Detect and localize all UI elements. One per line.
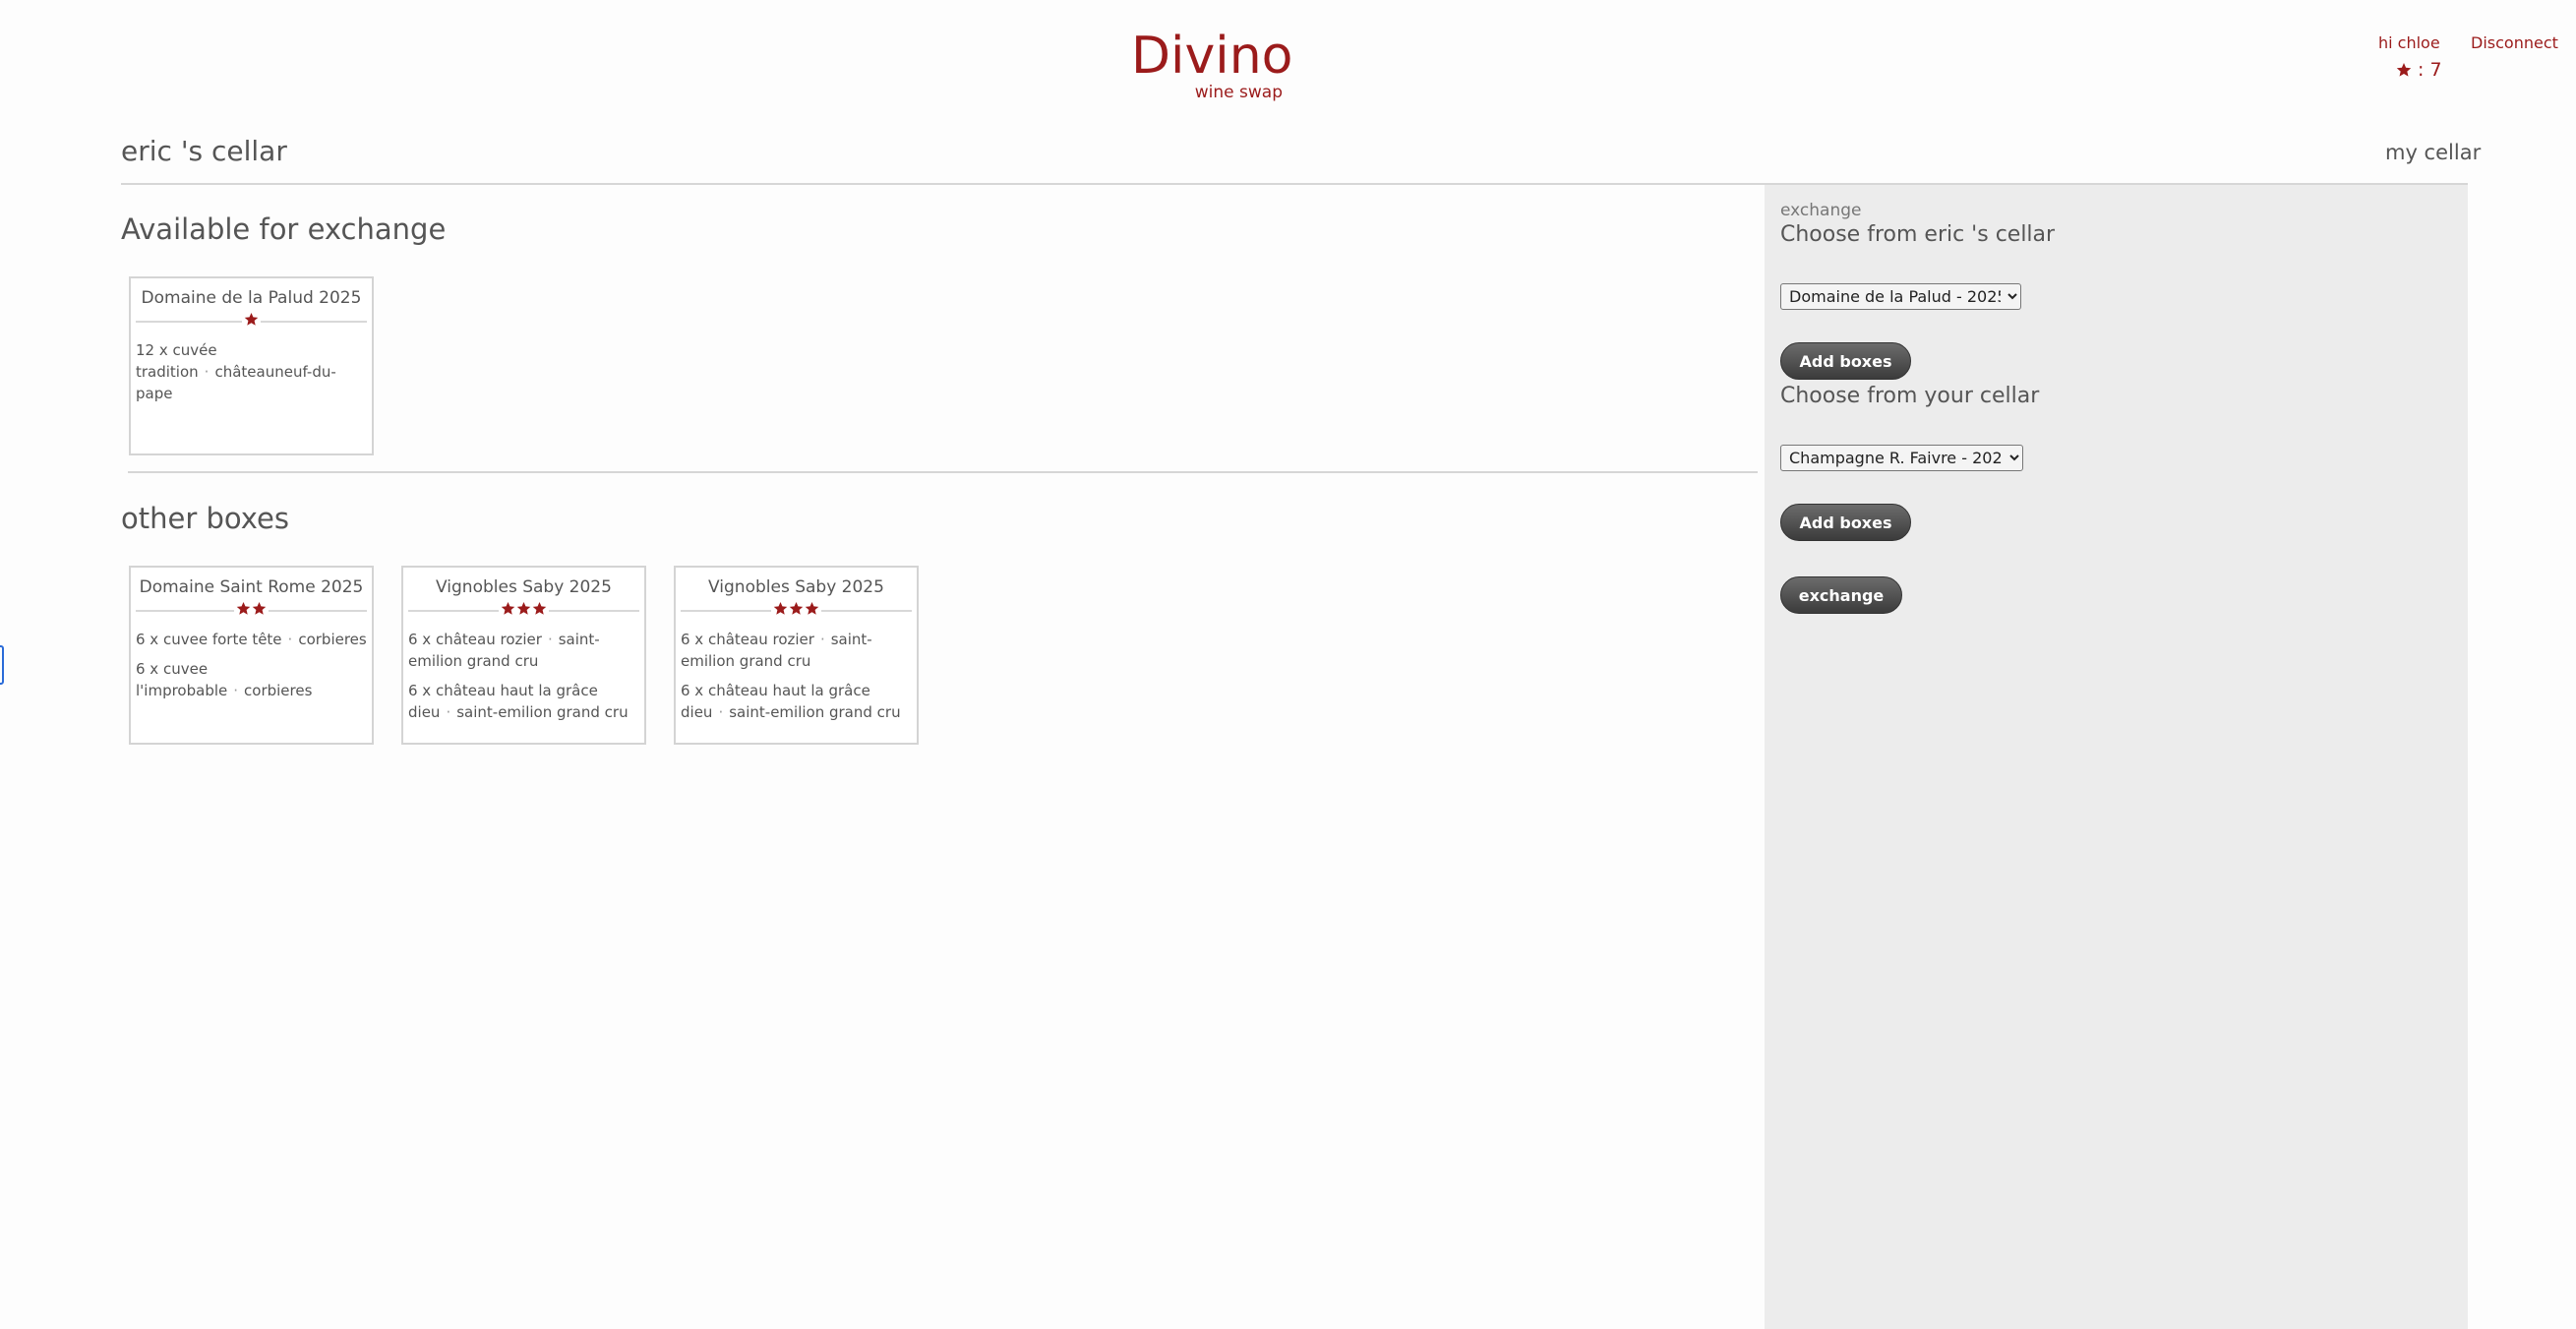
- wine-appellation: saint-emilion grand cru: [729, 703, 901, 721]
- box-card-item: 6 x cuvee forte tête · corbieres: [136, 629, 367, 650]
- points-value: : 7: [2418, 59, 2442, 81]
- wine-label: 6 x château rozier: [408, 631, 542, 648]
- box-card-item: 6 x château haut la grâce dieu · saint-emi…: [681, 680, 912, 723]
- user-greeting: hi chloe: [2378, 33, 2440, 52]
- wine-label: 6 x château rozier: [681, 631, 814, 648]
- separator-dot: ·: [446, 703, 451, 721]
- box-card[interactable]: Domaine de la Palud 2025 12 x cuvée tradi…: [129, 276, 374, 455]
- box-card-title: Vignobles Saby 2025: [436, 577, 612, 597]
- exchange-panel: exchange Choose from eric 's cellar Doma…: [1765, 185, 2468, 1329]
- box-card[interactable]: Domaine Saint Rome 2025 6 x cuvee forte t…: [129, 566, 374, 745]
- star-icon: [516, 601, 531, 616]
- available-section-title: Available for exchange: [121, 212, 447, 246]
- choose-from-mine-heading: Choose from your cellar: [1780, 384, 2040, 408]
- add-boxes-other-button[interactable]: Add boxes: [1780, 342, 1911, 380]
- box-card[interactable]: Vignobles Saby 2025 6 x château rozier · sa…: [401, 566, 646, 745]
- box-card-item: 12 x cuvée tradition · châteauneuf-du-pape: [136, 339, 367, 404]
- disconnect-link[interactable]: Disconnect: [2471, 33, 2558, 52]
- box-card-item: 6 x château rozier · saint-emilion grand c…: [681, 629, 912, 672]
- separator-dot: ·: [287, 631, 293, 648]
- box-card-title: Domaine Saint Rome 2025: [139, 577, 364, 597]
- separator-dot: ·: [547, 631, 553, 648]
- wine-appellation: saint-emilion grand cru: [456, 703, 629, 721]
- wine-label: 6 x cuvee l'improbable: [136, 660, 228, 699]
- star-icon: [773, 601, 788, 616]
- points-counter: : 7: [2396, 59, 2442, 81]
- box-card[interactable]: Vignobles Saby 2025 6 x château rozier · sa…: [674, 566, 919, 745]
- star-icon: [501, 601, 515, 616]
- exchange-panel-label: exchange: [1780, 201, 1862, 220]
- star-icon: [805, 601, 819, 616]
- star-icon: [252, 601, 267, 616]
- choose-from-other-heading: Choose from eric 's cellar: [1780, 222, 2056, 247]
- star-icon: [789, 601, 804, 616]
- separator-dot: ·: [233, 682, 239, 699]
- wine-label: 6 x cuvee forte tête: [136, 631, 282, 648]
- box-card-item: 6 x cuvee l'improbable · corbieres: [136, 658, 367, 701]
- my-cellar-link[interactable]: my cellar: [2385, 141, 2481, 164]
- box-card-title: Vignobles Saby 2025: [708, 577, 884, 597]
- separator-dot: ·: [819, 631, 825, 648]
- box-card-rating: [136, 312, 367, 332]
- add-boxes-mine-button[interactable]: Add boxes: [1780, 504, 1911, 541]
- box-card-title: Domaine de la Palud 2025: [141, 288, 362, 308]
- page-title: eric 's cellar: [121, 135, 287, 167]
- other-section-title: other boxes: [121, 502, 289, 535]
- brand-tagline: wine swap: [1194, 83, 1283, 102]
- wine-appellation: corbieres: [244, 682, 313, 699]
- exchange-button[interactable]: exchange: [1780, 576, 1902, 614]
- brand-title[interactable]: Divino: [1131, 26, 1292, 87]
- my-cellar-select[interactable]: Champagne R. Faivre - 2025: [1780, 445, 2023, 471]
- box-card-item: 6 x château haut la grâce dieu · saint-emi…: [408, 680, 639, 723]
- star-icon: [244, 312, 259, 327]
- window-edge-marker: [0, 645, 4, 685]
- separator-dot: ·: [204, 363, 210, 381]
- star-icon: [236, 601, 251, 616]
- other-cellar-select[interactable]: Domaine de la Palud - 2025: [1780, 283, 2021, 310]
- star-icon: [2396, 63, 2412, 77]
- wine-appellation: corbieres: [298, 631, 367, 648]
- star-icon: [532, 601, 547, 616]
- box-card-rating: [681, 601, 912, 621]
- section-divider: [128, 471, 1758, 473]
- separator-dot: ·: [718, 703, 724, 721]
- box-card-item: 6 x château rozier · saint-emilion grand c…: [408, 629, 639, 672]
- box-card-rating: [136, 601, 367, 621]
- box-card-rating: [408, 601, 639, 621]
